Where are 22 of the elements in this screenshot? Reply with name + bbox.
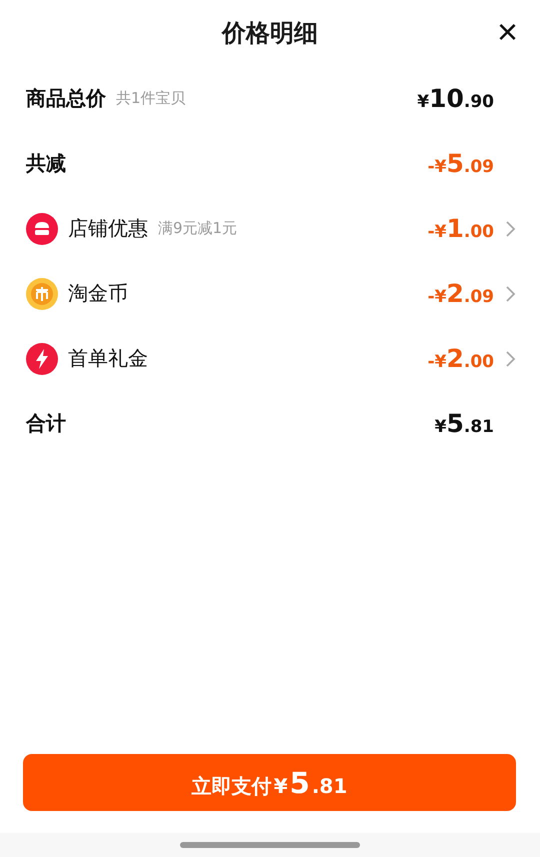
row-note: 满9元减1元 <box>158 219 238 238</box>
close-button[interactable]: × <box>496 14 518 50</box>
row-label: 店铺优惠 <box>68 215 148 242</box>
discount-amount: -¥1.00 <box>428 214 494 243</box>
chevron-right-icon[interactable] <box>504 350 516 368</box>
discount-amount: -¥5.09 <box>428 149 494 178</box>
chevron-right-icon[interactable] <box>504 284 516 302</box>
lightning-icon <box>26 342 58 374</box>
sheet-title: 价格明细 <box>222 18 318 49</box>
row-label: 合计 <box>26 410 66 437</box>
discount-amount: -¥2.09 <box>428 279 494 308</box>
row-label: 首单礼金 <box>68 345 148 372</box>
chevron-right-icon[interactable] <box>504 220 516 238</box>
coin-icon <box>26 278 58 310</box>
price-amount: ¥5.81 <box>434 409 494 438</box>
row-label: 淘金币 <box>68 280 128 307</box>
row-label: 商品总价 <box>26 85 106 112</box>
discount-amount: -¥2.00 <box>428 344 494 373</box>
shop-icon <box>26 212 58 244</box>
row-note: 共1件宝贝 <box>116 89 186 108</box>
price-amount: ¥10.90 <box>417 84 494 113</box>
row-label: 共减 <box>26 150 66 177</box>
